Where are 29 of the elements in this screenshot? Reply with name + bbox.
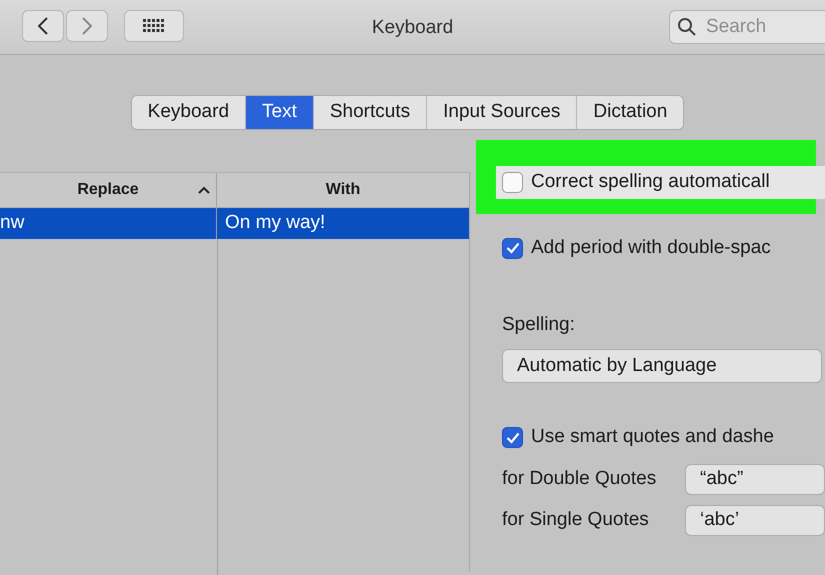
field-label: for Double Quotes bbox=[502, 467, 658, 492]
checkbox-label[interactable]: Use smart quotes and dashe bbox=[531, 423, 774, 452]
checkbox[interactable] bbox=[502, 427, 523, 448]
checkbox[interactable] bbox=[502, 172, 523, 192]
back-chevron-icon bbox=[38, 17, 48, 35]
table-cell-text: nw bbox=[0, 210, 24, 235]
search-field[interactable]: Search bbox=[669, 10, 825, 44]
checkmark-icon bbox=[506, 242, 520, 254]
column-header[interactable]: Replace bbox=[77, 178, 139, 202]
window-title: Keyboard bbox=[372, 17, 454, 38]
field-label: Spelling: bbox=[502, 312, 576, 336]
table-cell-text: On my way! bbox=[225, 210, 326, 235]
spelling-dropdown[interactable]: Automatic by Language bbox=[502, 349, 822, 383]
grid-button[interactable] bbox=[124, 10, 184, 42]
tab[interactable]: Keyboard bbox=[132, 96, 246, 128]
search-icon bbox=[677, 17, 697, 37]
forward-chevron-icon bbox=[82, 17, 92, 35]
grid-icon bbox=[143, 19, 165, 33]
checkbox[interactable] bbox=[502, 238, 523, 258]
field-label: for Single Quotes bbox=[502, 508, 650, 532]
quote-style-dropdown[interactable]: ‘abc’ bbox=[685, 505, 825, 536]
table-row[interactable]: nw On my way! bbox=[0, 208, 469, 238]
quote-style-dropdown[interactable]: “abc” bbox=[685, 464, 825, 495]
column-header[interactable]: With bbox=[326, 178, 360, 202]
checkbox-label[interactable]: Add period with double-spac bbox=[531, 234, 771, 262]
checkbox-label[interactable]: Correct spelling automaticall bbox=[531, 168, 770, 196]
back-button[interactable] bbox=[22, 10, 64, 42]
tab[interactable]: Text bbox=[246, 96, 314, 128]
checkmark-icon bbox=[506, 432, 520, 444]
